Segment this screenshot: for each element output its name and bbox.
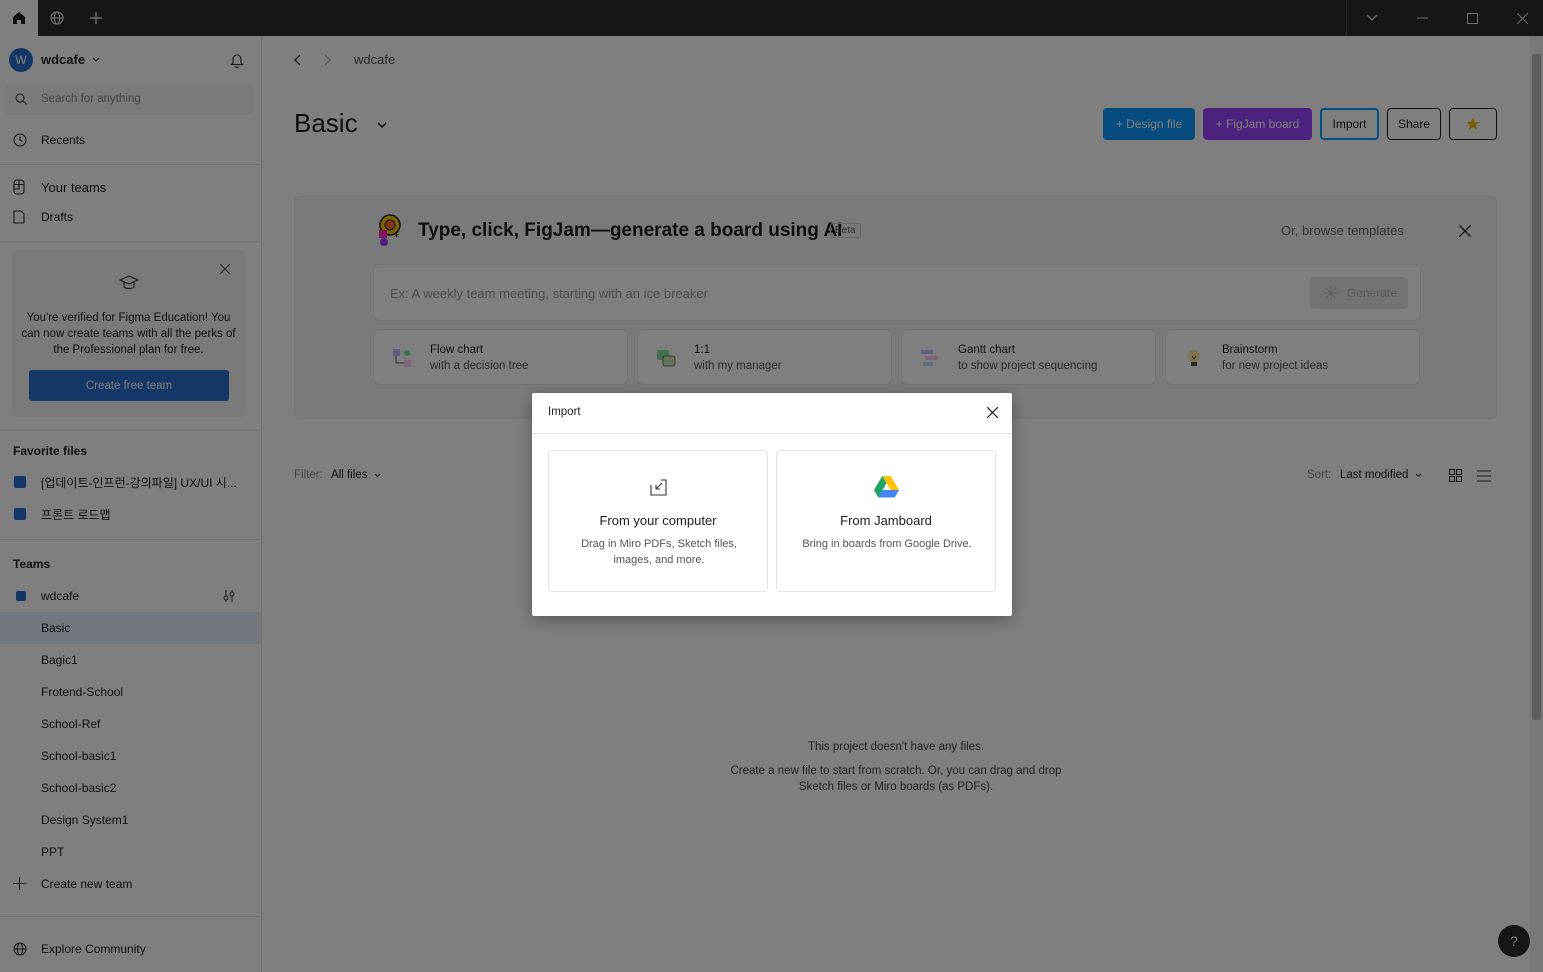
close-icon[interactable] [987,407,998,418]
import-option-title: From your computer [599,513,717,528]
import-from-jamboard-card[interactable]: From Jamboard Bring in boards from Googl… [776,450,996,592]
import-option-description: Bring in boards from Google Drive. [802,538,972,550]
google-drive-icon [874,476,899,498]
modal-divider [532,433,1012,434]
import-from-computer-card[interactable]: From your computer Drag in Miro PDFs, Sk… [548,450,768,592]
import-file-icon [650,479,667,496]
modal-title: Import [548,406,581,418]
import-option-title: From Jamboard [840,513,932,528]
import-modal: Import From your computer Drag in Miro P… [532,393,1012,616]
import-option-description: Drag in Miro PDFs, Sketch files, images,… [581,538,737,566]
